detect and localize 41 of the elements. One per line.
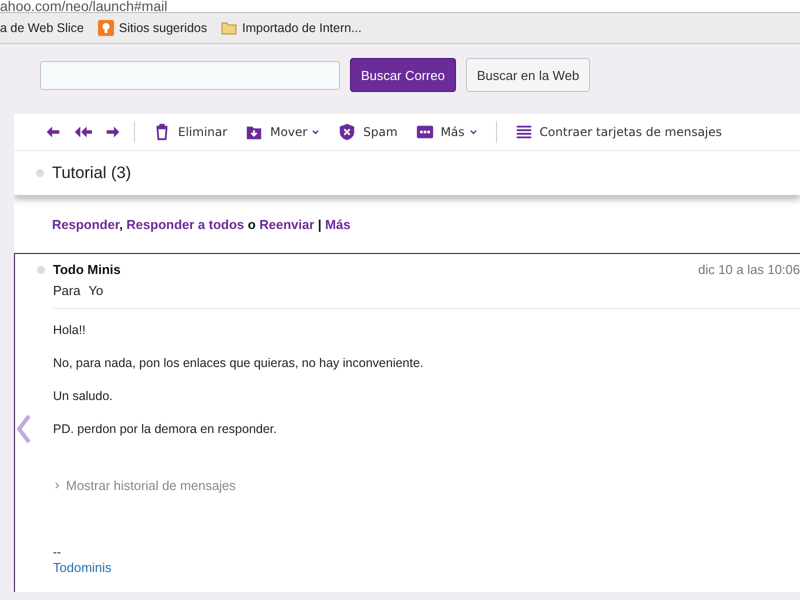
to-label: Para (53, 283, 80, 298)
reply-link[interactable]: Responder a todos (126, 217, 244, 232)
address-url[interactable]: ahoo.com/neo/launch#mail (0, 0, 168, 12)
chevron-down-icon (311, 128, 320, 136)
body-paragraph: Un saludo. (53, 389, 114, 403)
lines-icon (514, 123, 533, 141)
bookmark[interactable]: a de Web Slice (0, 21, 84, 35)
body-paragraph: Hola!! (53, 323, 87, 337)
reply-link[interactable]: Responder (52, 217, 120, 232)
shield-x-icon (338, 123, 356, 141)
search-button[interactable]: Buscar Correo (350, 58, 456, 92)
reply-link[interactable]: Reenviar (259, 217, 314, 232)
search-field[interactable] (40, 60, 340, 90)
toolbar-button[interactable]: Mover (241, 119, 324, 145)
show-history-link[interactable]: Mostrar historial de mensajes (53, 478, 800, 493)
toolbar-button[interactable]: Eliminar (149, 119, 232, 145)
toolbar-button[interactable]: Más (412, 119, 482, 145)
separator-text: o (246, 217, 257, 232)
search-button[interactable]: Buscar en la Web (466, 58, 590, 92)
signature-dashes: -- (53, 545, 62, 559)
separator-text: , (119, 217, 124, 232)
bookmark[interactable]: Importado de Intern... (221, 20, 362, 36)
unread-dot (36, 169, 44, 177)
dots-icon (416, 123, 434, 141)
chevron-down-icon (468, 128, 478, 136)
body-paragraph: PD. perdon por la demora en responder. (53, 422, 278, 436)
sender-name: Todo Minis (53, 262, 121, 277)
recipient-name: Yo (88, 283, 104, 298)
unread-dot (37, 266, 45, 274)
separator-text: | (316, 217, 323, 232)
bookmark[interactable]: Sitios sugeridos (98, 20, 208, 36)
signature-link[interactable]: Todominis (53, 560, 800, 575)
body-paragraph: No, para nada, pon los enlaces que quieras, no hay inconveniente. (53, 356, 424, 370)
conversation-title: Tutorial (3) (52, 164, 132, 182)
message-date: dic 10 a las 10:06 (698, 262, 800, 277)
reply-link[interactable]: Más (325, 217, 350, 232)
toolbar-button[interactable]: Spam (334, 119, 402, 145)
toolbar-button[interactable]: Contraer tarjetas de mensajes (510, 119, 726, 145)
lightbulb-icon (98, 20, 114, 36)
chevron-right-icon (53, 481, 62, 490)
folder-icon (221, 20, 238, 36)
